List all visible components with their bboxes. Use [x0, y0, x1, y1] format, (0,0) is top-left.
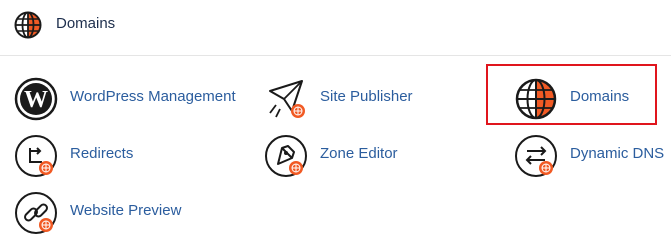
site-publisher-label: Site Publisher [320, 88, 413, 105]
dynamic-dns-link[interactable]: Dynamic DNS [514, 134, 665, 177]
website-preview-label: Website Preview [70, 202, 182, 219]
swap-arrows-icon [515, 135, 557, 177]
domains-link[interactable]: Domains [514, 77, 644, 120]
site-publisher-link[interactable]: Site Publisher [266, 77, 426, 118]
zone-editor-label: Zone Editor [320, 145, 398, 162]
dynamic-dns-label: Dynamic DNS [570, 145, 665, 162]
wordpress-management-link[interactable]: W WordPress Management [14, 77, 244, 121]
globe-icon [14, 11, 42, 39]
globe-icon [515, 78, 557, 120]
page-title: Domains [56, 15, 116, 32]
wordpress-icon: W [14, 77, 58, 121]
redirect-icon [15, 135, 57, 177]
rocket-icon [265, 135, 307, 177]
svg-text:W: W [24, 87, 48, 113]
paper-plane-icon [269, 80, 305, 118]
chain-link-icon [15, 192, 57, 234]
zone-editor-link[interactable]: Zone Editor [264, 134, 414, 177]
website-preview-link[interactable]: Website Preview [14, 191, 194, 234]
redirects-link[interactable]: Redirects [14, 134, 164, 177]
wordpress-management-label: WordPress Management [70, 88, 236, 105]
domains-label: Domains [570, 88, 630, 105]
page-header: Domains [0, 0, 671, 56]
redirects-label: Redirects [70, 145, 134, 162]
